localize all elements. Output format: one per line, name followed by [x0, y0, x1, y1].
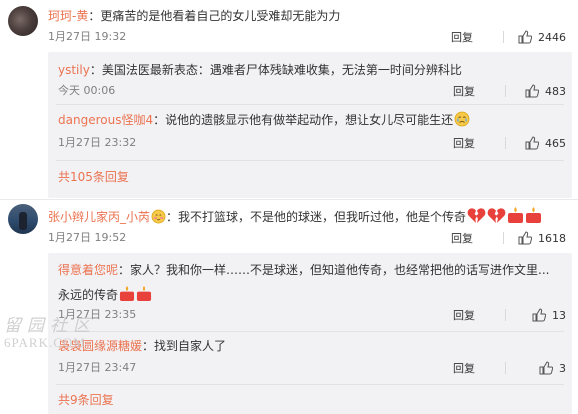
like-button[interactable]: 2446 [518, 30, 566, 44]
divider [505, 362, 506, 374]
watermark-domain: 6PARK.COM [4, 335, 86, 350]
like-button[interactable]: 1618 [518, 231, 566, 245]
more-replies-link[interactable]: 共9条回复 [58, 391, 114, 409]
more-replies-link[interactable]: 共105条回复 [58, 168, 129, 186]
reply-button[interactable]: 回复 [453, 135, 505, 151]
comment-actions: 回复 2446 [451, 29, 566, 45]
divider [505, 309, 506, 321]
reply-actions: 回复 3 [453, 360, 566, 376]
reply-text-continued: 永远的传奇 [58, 285, 152, 304]
like-count: 1618 [538, 231, 566, 245]
reply-time: 1月27日 23:47 [58, 361, 137, 374]
reply-box-1: ystily：美国法医最新表态：遇难者尸体残缺难收集，无法第一时间分辨科比 今天… [48, 52, 572, 198]
comment-user[interactable]: 珂珂-黄 [48, 9, 88, 23]
candle-icon [508, 207, 524, 223]
reply-button[interactable]: 回复 [453, 360, 505, 376]
thumb-up-icon [518, 231, 532, 245]
like-button[interactable]: 13 [520, 308, 566, 322]
avatar[interactable] [8, 204, 38, 234]
comment-time: 1月27日 19:32 [48, 30, 127, 43]
comment-text-2: 张小辫儿家丙_小芮 ：我不打篮球，不是他的球迷，但我听过他，他是个传奇 [48, 206, 542, 226]
divider [0, 199, 578, 200]
like-count: 13 [552, 308, 566, 322]
candle-icon [526, 207, 542, 223]
divider [56, 384, 564, 385]
like-button[interactable]: 3 [520, 361, 566, 375]
reply-button[interactable]: 回复 [451, 29, 503, 45]
candle-icon [119, 285, 135, 302]
like-button[interactable]: 483 [520, 84, 566, 98]
comment-user[interactable]: 张小辫儿家丙_小芮 [48, 210, 150, 224]
reply-text: ystily：美国法医最新表态：遇难者尸体残缺难收集，无法第一时间分辨科比 [58, 63, 462, 77]
thumb-up-icon [525, 84, 539, 98]
reply-button[interactable]: 回复 [451, 230, 503, 246]
comment-content: 我不打篮球，不是他的球迷，但我听过他，他是个传奇 [178, 210, 467, 224]
divider [505, 137, 506, 149]
reply-text: 得意着您呢：家人？我和你一样……不是球迷，但知道他传奇，也经常把他的话写进作文里… [58, 263, 550, 277]
like-button[interactable]: 465 [520, 136, 566, 150]
reply-time: 今天 00:06 [58, 84, 116, 97]
reply-button[interactable]: 回复 [453, 83, 505, 99]
reply-text: dangerous怪咖4：说他的遗骸显示他有做举起动作，想让女儿尽可能生还 [58, 111, 470, 129]
divider [505, 85, 506, 97]
thumb-up-icon [518, 30, 532, 44]
reply-actions: 回复 465 [453, 135, 566, 151]
watermark: 留园社区 6PARK.COM [4, 316, 96, 350]
watermark-text: 留园社区 [4, 316, 96, 335]
divider [503, 31, 504, 43]
divider [503, 232, 504, 244]
shy-face-icon [151, 209, 166, 224]
reply-box-2: 得意着您呢：家人？我和你一样……不是球迷，但知道他传奇，也经常把他的话写进作文里… [48, 253, 572, 414]
avatar[interactable] [8, 6, 38, 36]
reply-button[interactable]: 回复 [453, 307, 505, 323]
thumb-up-icon [525, 136, 539, 150]
divider [56, 331, 564, 332]
reply-time: 1月27日 23:32 [58, 136, 137, 149]
reply-user[interactable]: dangerous怪咖4 [58, 113, 153, 127]
like-count: 483 [545, 84, 566, 98]
thumb-up-icon [539, 361, 553, 375]
candle-icon [136, 285, 152, 302]
reply-actions: 回复 13 [453, 307, 566, 323]
divider [56, 104, 564, 105]
reply-user[interactable]: ystily [58, 63, 90, 77]
reply-actions: 回复 483 [453, 83, 566, 99]
reply-user[interactable]: 得意着您呢 [58, 263, 118, 277]
broken-heart-icon [467, 208, 486, 224]
broken-heart-icon [487, 208, 506, 224]
comment-text-1: 珂珂-黄：更痛苦的是他看着自己的女儿受难却无能为力 [48, 9, 341, 23]
divider [56, 160, 564, 161]
comment-actions: 回复 1618 [451, 230, 566, 246]
like-count: 2446 [538, 30, 566, 44]
like-count: 3 [559, 361, 566, 375]
thumb-up-icon [532, 308, 546, 322]
crying-face-icon [454, 111, 470, 127]
comment-time: 1月27日 19:52 [48, 231, 127, 244]
like-count: 465 [545, 136, 566, 150]
comment-content: 更痛苦的是他看着自己的女儿受难却无能为力 [100, 9, 341, 23]
